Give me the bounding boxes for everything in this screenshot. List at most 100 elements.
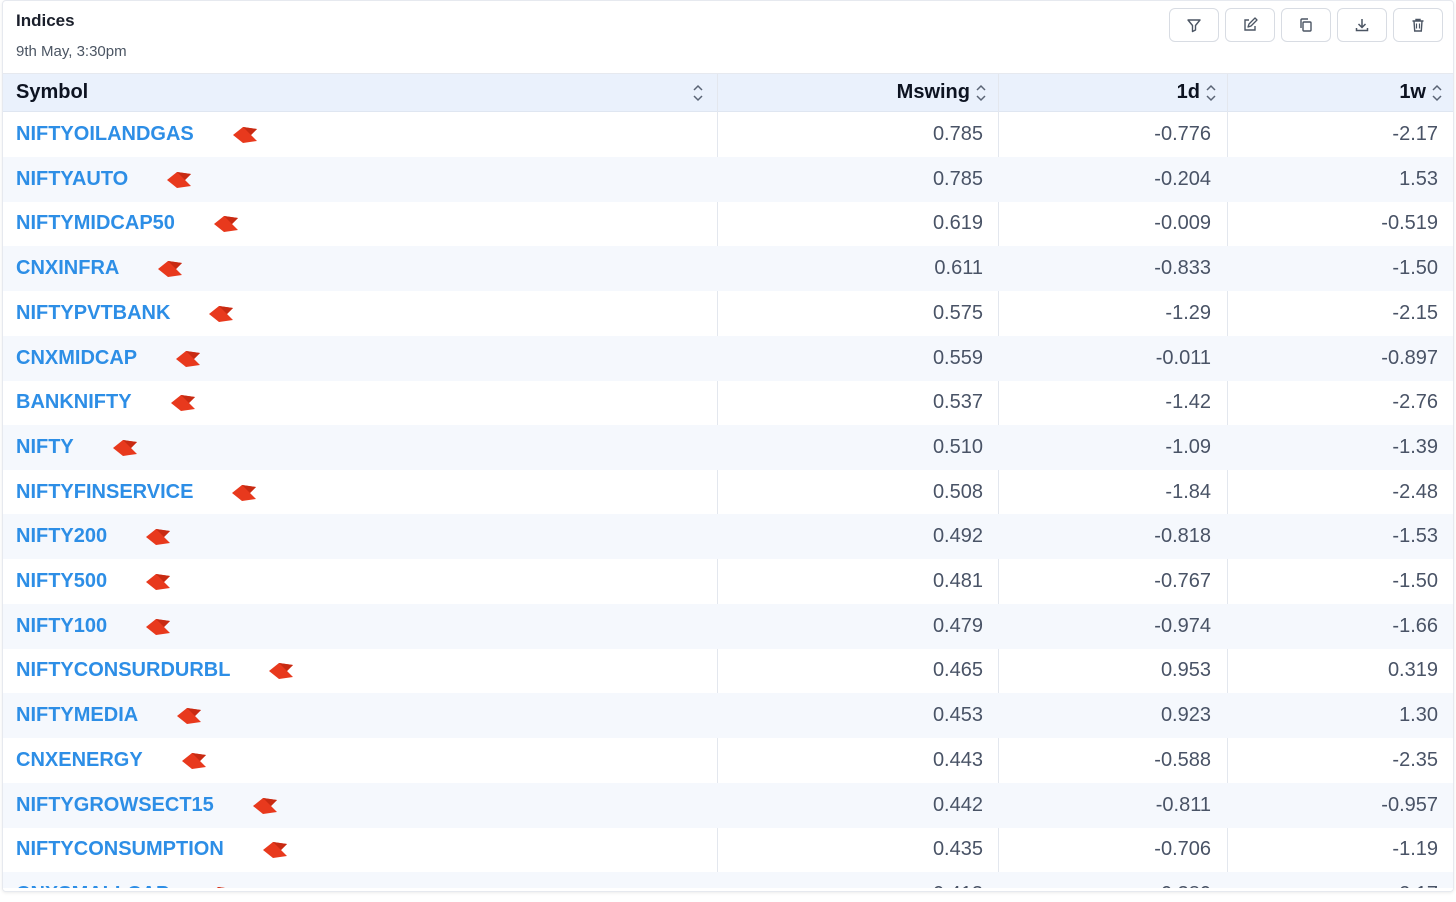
symbol-link[interactable]: NIFTYOILANDGAS (16, 112, 194, 157)
symbol-link[interactable]: NIFTYFINSERVICE (16, 470, 193, 515)
table-row[interactable]: NIFTY500 0.481 -0.767 -1.50 (3, 559, 1453, 604)
change-1w-value: -2.15 (1392, 302, 1438, 324)
red-chevron-flag-icon (158, 261, 182, 277)
table-row[interactable]: NIFTYMEDIA 0.453 0.923 1.30 (3, 693, 1453, 738)
table-row[interactable]: NIFTYOILANDGAS 0.785 -0.776 -2.17 (3, 112, 1453, 157)
change-1w-value: -1.53 (1392, 525, 1438, 547)
table-row[interactable]: CNXINFRA 0.611 -0.833 -1.50 (3, 246, 1453, 291)
red-chevron-flag-icon (209, 306, 233, 322)
mswing-value: 0.785 (932, 168, 983, 190)
symbol-link[interactable]: NIFTYMEDIA (16, 693, 138, 738)
mswing-value: 0.481 (932, 570, 983, 592)
filter-icon (1187, 19, 1201, 33)
change-1d-value: -0.706 (1154, 838, 1211, 860)
symbol-link[interactable]: NIFTY500 (16, 559, 107, 604)
change-1w-value: -2.17 (1228, 872, 1453, 888)
table-row[interactable]: NIFTYGROWSECT15 0.442 -0.811 -0.957 (3, 783, 1453, 828)
edit-icon (1244, 17, 1258, 31)
mswing-value: 0.453 (932, 704, 983, 726)
change-1d-value: -1.84 (1165, 481, 1211, 503)
change-1w-value: -0.897 (1381, 347, 1438, 369)
change-1d-value: -0.767 (1154, 570, 1211, 592)
symbol-link[interactable]: NIFTYMIDCAP50 (16, 201, 175, 246)
column-header-1w[interactable]: 1w (1228, 74, 1453, 111)
red-chevron-flag-icon (171, 395, 195, 411)
symbol-link[interactable]: CNXSMALLCAP (16, 872, 169, 888)
change-1w-value: -1.50 (1392, 257, 1438, 279)
change-1d-value: 0.953 (1160, 659, 1211, 681)
table-row[interactable]: CNXSMALLCAP 0.413-0.380-2.17 (3, 872, 1453, 888)
column-header-label: 1d (1176, 81, 1200, 103)
sort-icon (976, 84, 986, 101)
table-row[interactable]: NIFTYMIDCAP50 0.619 -0.009 -0.519 (3, 201, 1453, 246)
change-1w-value: -2.35 (1392, 749, 1438, 771)
column-header-label: Mswing (896, 81, 970, 103)
symbol-link[interactable]: NIFTYGROWSECT15 (16, 783, 214, 828)
symbol-link[interactable]: NIFTYCONSUMPTION (16, 827, 224, 872)
mswing-value: 0.575 (932, 302, 983, 324)
column-header-1d[interactable]: 1d (999, 74, 1227, 111)
change-1d-value: 0.923 (1160, 704, 1211, 726)
edit-button[interactable] (1225, 8, 1275, 42)
trash-icon (1412, 18, 1424, 32)
red-chevron-flag-icon (167, 172, 191, 188)
table-row[interactable]: NIFTYCONSUMPTION 0.435 -0.706 -1.19 (3, 827, 1453, 872)
red-chevron-flag-icon (176, 351, 200, 367)
symbol-link[interactable]: NIFTYPVTBANK (16, 291, 170, 336)
symbol-link[interactable]: NIFTYAUTO (16, 157, 128, 202)
symbol-link[interactable]: CNXENERGY (16, 738, 143, 783)
change-1d-value: -0.974 (1154, 615, 1211, 637)
symbol-link[interactable]: CNXINFRA (16, 246, 119, 291)
symbol-link[interactable]: CNXMIDCAP (16, 336, 137, 381)
red-chevron-flag-icon (269, 663, 293, 679)
table-row[interactable]: CNXMIDCAP 0.559 -0.011 -0.897 (3, 336, 1453, 381)
table-row[interactable]: NIFTYAUTO 0.785 -0.204 1.53 (3, 157, 1453, 202)
table-header: Symbol Mswing 1d 1w (3, 74, 1453, 112)
indices-card: Indices 9th May, 3:30pm Symbol Mswing 1d… (2, 0, 1454, 892)
red-chevron-flag-icon (253, 798, 277, 814)
change-1d-value: -0.011 (1155, 347, 1211, 369)
symbol-link[interactable]: NIFTY100 (16, 604, 107, 649)
filter-button[interactable] (1169, 8, 1219, 42)
mswing-value: 0.435 (932, 838, 983, 860)
column-header-symbol[interactable]: Symbol (3, 74, 716, 111)
table-row[interactable]: CNXENERGY 0.443 -0.588 -2.35 (3, 738, 1453, 783)
download-button[interactable] (1337, 8, 1387, 42)
change-1w-value: -1.19 (1392, 838, 1438, 860)
copy-button[interactable] (1281, 8, 1331, 42)
table-row[interactable]: NIFTY 0.510 -1.09 -1.39 (3, 425, 1453, 470)
red-chevron-flag-icon (113, 440, 137, 456)
symbol-link[interactable]: NIFTYCONSURDURBL (16, 648, 230, 693)
change-1d-value: -1.29 (1165, 302, 1211, 324)
column-header-label: 1w (1399, 81, 1426, 103)
table-row[interactable]: NIFTY200 0.492 -0.818 -1.53 (3, 514, 1453, 559)
change-1w-value: -0.519 (1381, 212, 1438, 234)
mswing-value: 0.611 (934, 257, 983, 279)
table-footer-edge (3, 888, 1453, 891)
symbol-link[interactable]: NIFTY200 (16, 514, 107, 559)
table-row[interactable]: NIFTYFINSERVICE 0.508 -1.84 -2.48 (3, 470, 1453, 515)
copy-icon (1300, 18, 1312, 32)
column-header-mswing[interactable]: Mswing (717, 74, 998, 111)
red-chevron-flag-icon (146, 574, 170, 590)
symbol-link[interactable]: BANKNIFTY (16, 380, 132, 425)
page-title: Indices (16, 11, 75, 30)
change-1w-value: -1.50 (1392, 570, 1438, 592)
table-row[interactable]: NIFTYPVTBANK 0.575 -1.29 -2.15 (3, 291, 1453, 336)
table-row[interactable]: NIFTYCONSURDURBL 0.465 0.953 0.319 (3, 648, 1453, 693)
change-1w-value: -2.17 (1392, 123, 1438, 145)
table-row[interactable]: NIFTY100 0.479 -0.974 -1.66 (3, 604, 1453, 649)
table-row[interactable]: BANKNIFTY 0.537 -1.42 -2.76 (3, 380, 1453, 425)
change-1w-value: 1.53 (1399, 168, 1438, 190)
change-1d-value: -0.776 (1154, 123, 1211, 145)
delete-button[interactable] (1393, 8, 1443, 42)
red-chevron-flag-icon (214, 216, 238, 232)
mswing-value: 0.443 (932, 749, 983, 771)
page-timestamp: 9th May, 3:30pm (16, 43, 127, 60)
red-chevron-flag-icon (232, 485, 256, 501)
mswing-value: 0.559 (932, 347, 983, 369)
change-1d-value: -0.009 (1154, 212, 1211, 234)
card-header: Indices 9th May, 3:30pm (3, 1, 1453, 74)
symbol-link[interactable]: NIFTY (16, 425, 74, 470)
sort-icon (693, 84, 703, 101)
